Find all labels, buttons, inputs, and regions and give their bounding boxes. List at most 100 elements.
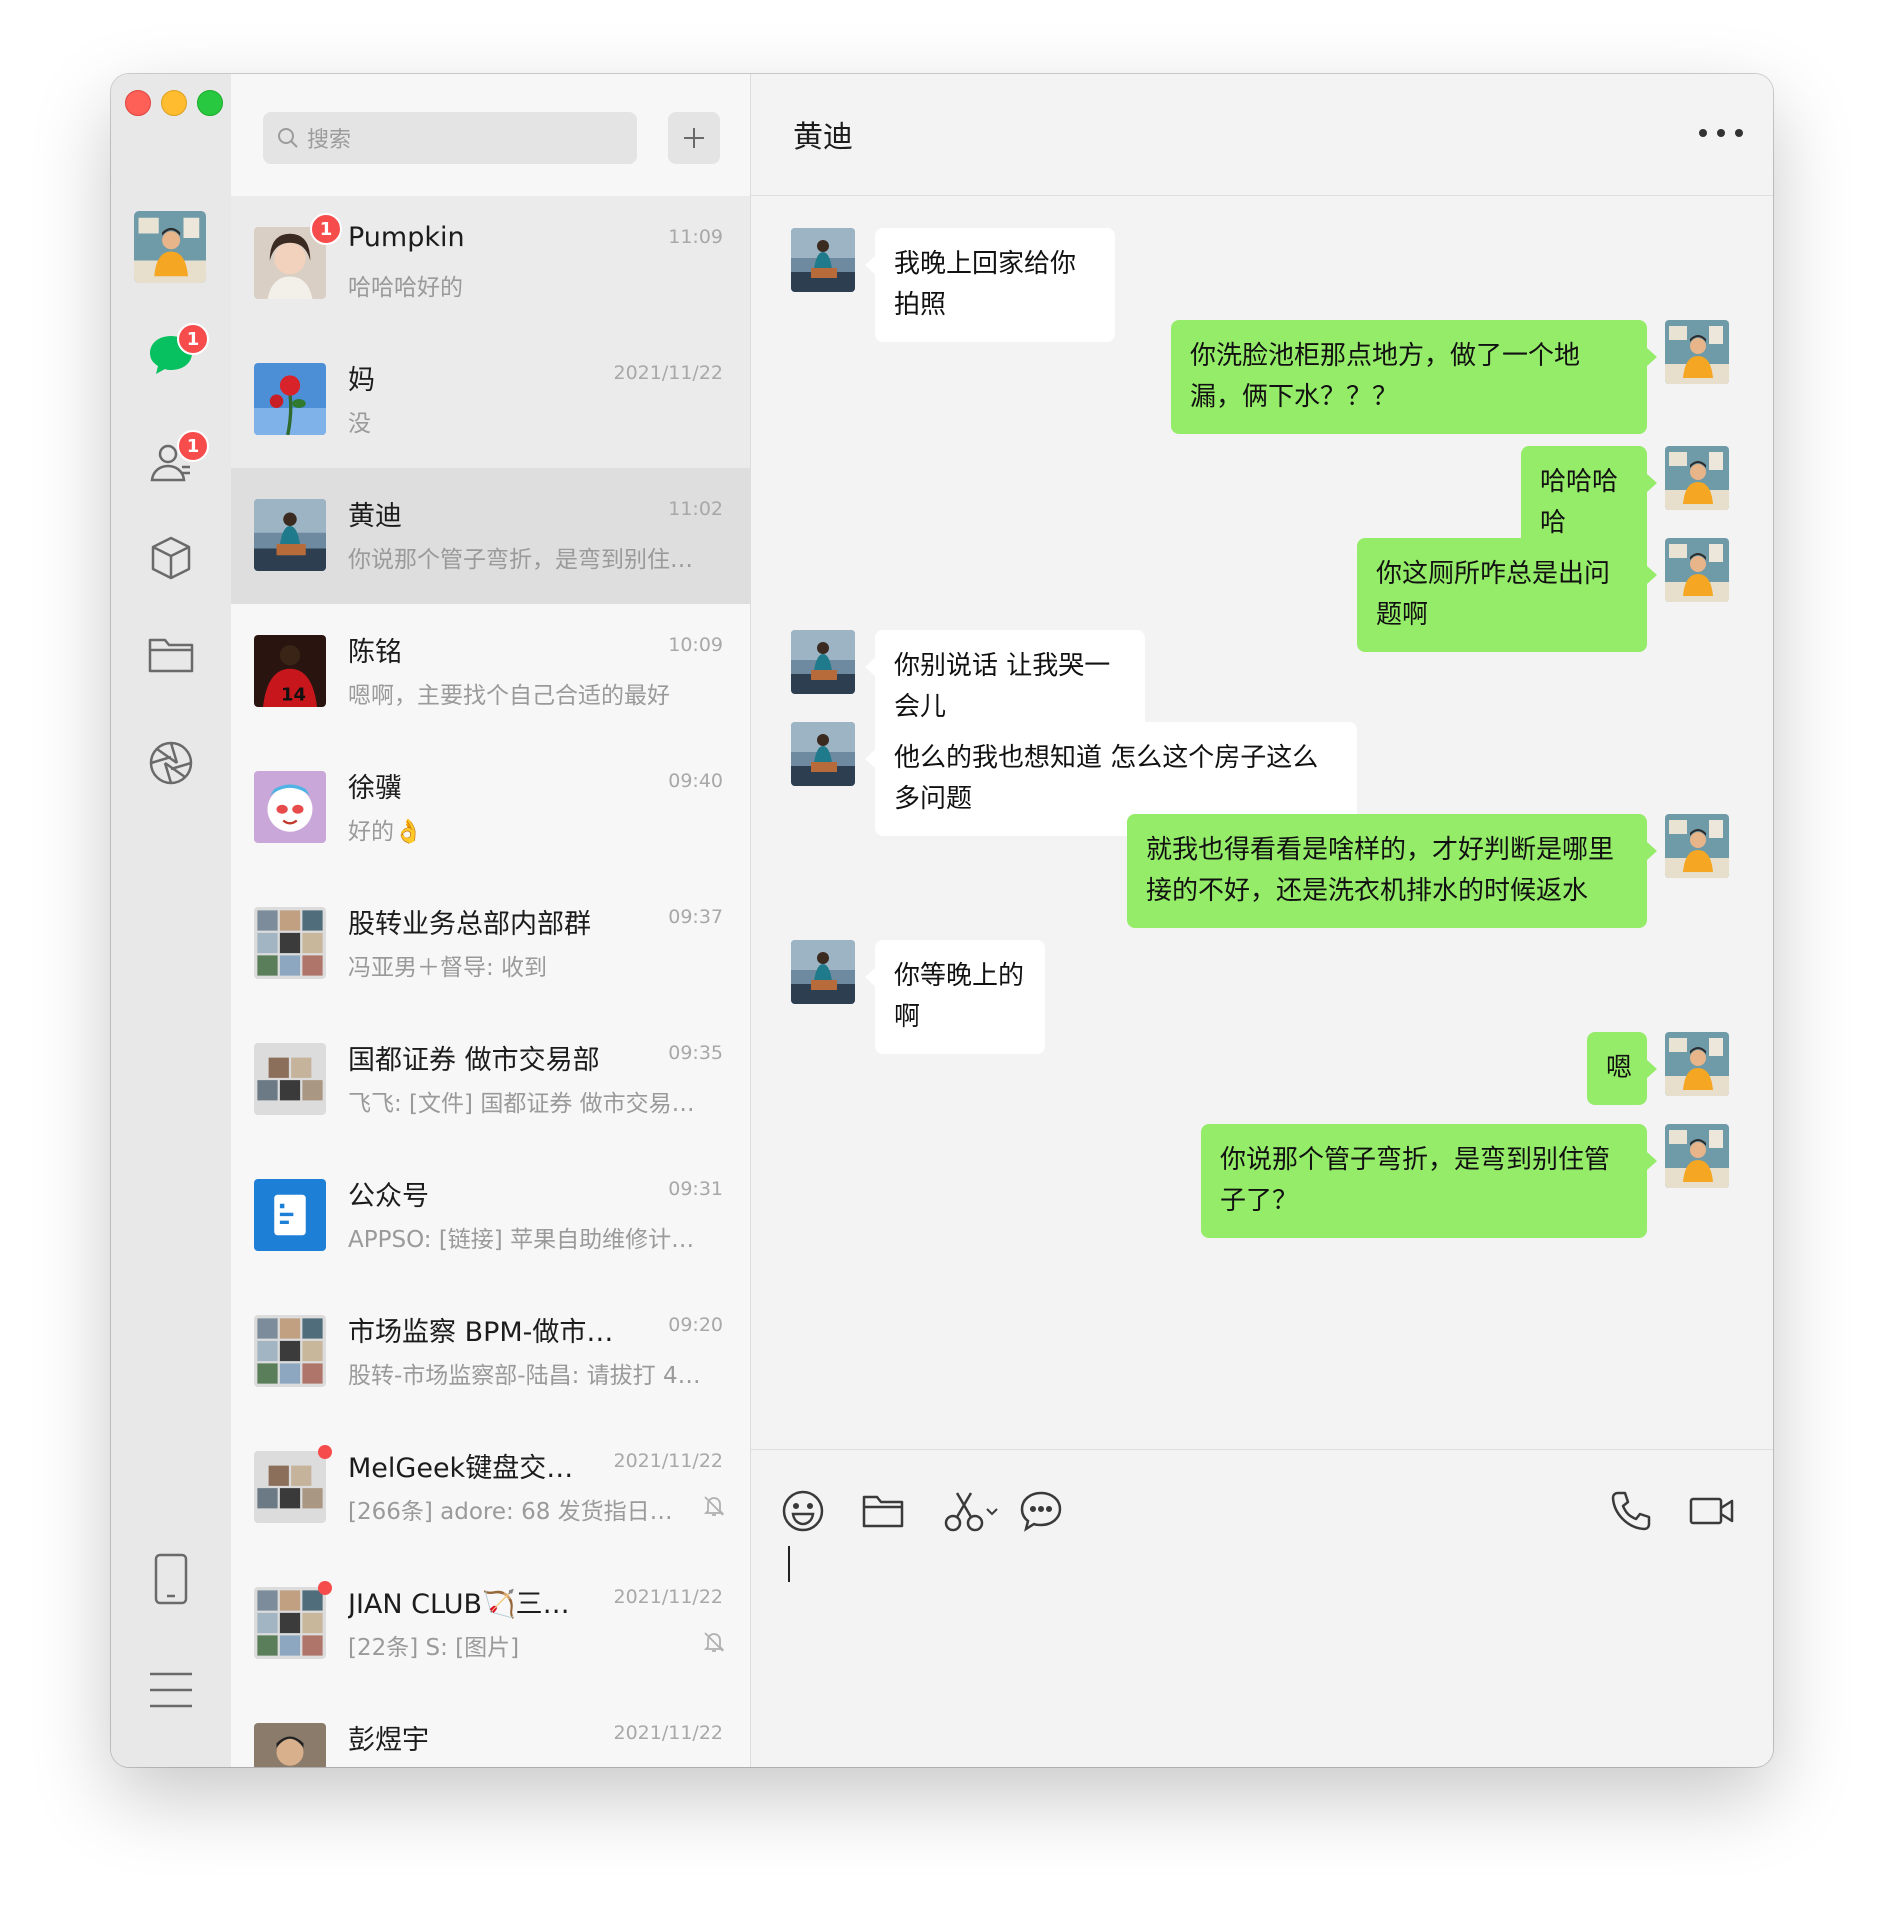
chat-avatar: [254, 1043, 326, 1115]
chat-history-button[interactable]: [1016, 1486, 1066, 1536]
muted-bell-icon: [702, 1630, 726, 1658]
search-input[interactable]: 搜索: [263, 112, 637, 164]
chats-unread-badge: 1: [177, 323, 209, 355]
nav-files[interactable]: [141, 624, 201, 684]
nav-moments[interactable]: [141, 733, 201, 793]
nav-favorites[interactable]: [141, 528, 201, 588]
chat-preview: [22条] S: [图片]: [348, 1635, 520, 1661]
chat-time: 09:40: [668, 770, 723, 792]
outgoing-message-bubble[interactable]: 你洗脸池柜那点地方，做了一个地漏，俩下水？？？: [1171, 320, 1657, 434]
speech-bubble-icon: [1020, 1491, 1062, 1532]
chat-list-item[interactable]: 公众号 09:31 APPSO: [链接] 苹果自助维修计…: [231, 1148, 750, 1284]
contact-avatar[interactable]: [791, 228, 855, 292]
voice-call-button[interactable]: [1606, 1486, 1656, 1536]
chat-time: 11:09: [668, 226, 723, 248]
more-options-button[interactable]: [1699, 118, 1743, 148]
chat-name: 公众号: [348, 1181, 429, 1212]
chat-panel: 黄迪 我晚上回家给你拍照 你洗脸池柜那点地方，做了一个地漏，俩下水？？？ 哈哈哈哈你…: [751, 74, 1773, 1767]
chat-time: 2021/11/22: [613, 362, 723, 384]
video-call-button[interactable]: [1687, 1486, 1737, 1536]
nav-contacts[interactable]: 1: [141, 430, 209, 492]
nav-rail: 1 1: [111, 74, 231, 1767]
chat-preview: 哈哈哈好的: [348, 275, 463, 301]
message-row: 你等晚上的啊: [751, 940, 1773, 1054]
chat-preview: 没: [348, 411, 371, 437]
chat-list-item[interactable]: 市场监察 BPM-做市… 09:20 股转-市场监察部-陆昌: 请拔打 4…: [231, 1284, 750, 1420]
new-chat-button[interactable]: [668, 112, 720, 164]
chat-preview: APPSO: [链接] 苹果自助维修计…: [348, 1227, 695, 1253]
contact-avatar[interactable]: [791, 722, 855, 786]
chat-preview: 好的👌: [348, 819, 423, 845]
contact-avatar[interactable]: [791, 940, 855, 1004]
message-row: 他么的我也想知道 怎么这个房子这么多问题: [751, 722, 1773, 836]
smiley-icon: [782, 1490, 824, 1532]
contact-avatar[interactable]: [791, 630, 855, 694]
message-row: 就我也得看看是啥样的，才好判断是哪里接的不好，还是洗衣机排水的时候返水: [751, 814, 1773, 928]
chat-preview: 飞飞: [文件] 国都证券 做市交易…: [348, 1091, 695, 1117]
chat-name: 黄迪: [348, 501, 402, 532]
my-message-avatar[interactable]: [1665, 814, 1729, 878]
close-window-button[interactable]: [125, 90, 151, 116]
chat-avatar: [254, 1723, 326, 1767]
chat-preview: 你说那个管子弯折，是弯到别住…: [348, 547, 693, 573]
folder-icon: [862, 1495, 904, 1528]
wechat-window: 1 1 搜索 1 Pumpkin 11:09 哈哈哈好的 妈 2021/11/2…: [111, 74, 1773, 1767]
hamburger-menu-icon: [150, 1672, 192, 1708]
chat-avatar: [254, 363, 326, 435]
chat-time: 09:31: [668, 1178, 723, 1200]
message-row: 你别说话 让我哭一会儿: [751, 630, 1773, 744]
scissors-icon: [944, 1492, 998, 1532]
chat-list-item[interactable]: JIAN CLUB🏹三… 2021/11/22 [22条] S: [图片]: [231, 1556, 750, 1692]
window-controls: [125, 90, 223, 116]
my-message-avatar[interactable]: [1665, 320, 1729, 384]
mobile-phone-icon: [154, 1553, 188, 1605]
nav-menu[interactable]: [141, 1660, 201, 1720]
chat-list-item[interactable]: 徐骥 09:40 好的👌: [231, 740, 750, 876]
chat-list-item[interactable]: MelGeek键盘交… 2021/11/22 [266条] adore: 68 发货…: [231, 1420, 750, 1556]
emoji-button[interactable]: [778, 1486, 828, 1536]
chat-time: 2021/11/22: [613, 1586, 723, 1608]
chat-list-item[interactable]: 妈 2021/11/22 没: [231, 332, 750, 468]
chat-avatar: [254, 907, 326, 979]
chat-avatar: [254, 1315, 326, 1387]
chat-avatar: [254, 1179, 326, 1251]
send-file-button[interactable]: [858, 1486, 908, 1536]
chat-list-item[interactable]: 彭煜宇 2021/11/22: [231, 1692, 750, 1767]
chat-name: 彭煜宇: [348, 1725, 429, 1756]
text-input-cursor[interactable]: [788, 1546, 790, 1582]
outgoing-message-bubble[interactable]: 你说那个管子弯折，是弯到别住管子了？: [1201, 1124, 1657, 1238]
chat-name: 陈铭: [348, 637, 402, 668]
chat-list-item[interactable]: 陈铭 10:09 嗯啊，主要找个自己合适的最好: [231, 604, 750, 740]
zoom-window-button[interactable]: [197, 90, 223, 116]
chat-title: 黄迪: [793, 120, 853, 155]
chat-avatar: [254, 1445, 332, 1523]
chat-list-item[interactable]: 股转业务总部内部群 09:37 冯亚男＋督导: 收到: [231, 876, 750, 1012]
outgoing-message-bubble[interactable]: 嗯: [1587, 1032, 1657, 1105]
nav-phone[interactable]: [141, 1549, 201, 1609]
chat-preview: 嗯啊，主要找个自己合适的最好: [348, 683, 670, 709]
search-bar: 搜索: [231, 74, 750, 196]
chat-list-item[interactable]: 国都证券 做市交易部 09:35 飞飞: [文件] 国都证券 做市交易…: [231, 1012, 750, 1148]
screenshot-button[interactable]: [941, 1486, 1005, 1536]
chat-preview: 冯亚男＋督导: 收到: [348, 955, 548, 981]
my-message-avatar[interactable]: [1665, 538, 1729, 602]
contacts-unread-badge: 1: [177, 430, 209, 462]
search-placeholder: 搜索: [307, 128, 352, 153]
cube-icon: [151, 536, 191, 580]
message-row: 你说那个管子弯折，是弯到别住管子了？: [751, 1124, 1773, 1238]
chat-name: MelGeek键盘交…: [348, 1453, 574, 1484]
outgoing-message-bubble[interactable]: 就我也得看看是啥样的，才好判断是哪里接的不好，还是洗衣机排水的时候返水: [1127, 814, 1657, 928]
nav-chats[interactable]: 1: [141, 323, 209, 385]
chat-name: 股转业务总部内部群: [348, 909, 591, 940]
chat-list-item[interactable]: 黄迪 11:02 你说那个管子弯折，是弯到别住…: [231, 468, 750, 604]
my-message-avatar[interactable]: [1665, 1124, 1729, 1188]
message-row: 我晚上回家给你拍照: [751, 228, 1773, 342]
my-avatar[interactable]: [134, 211, 206, 283]
folder-icon: [148, 638, 194, 673]
chat-preview: 股转-市场监察部-陆昌: 请拔打 4…: [348, 1363, 701, 1389]
minimize-window-button[interactable]: [161, 90, 187, 116]
chat-name: 妈: [348, 365, 375, 396]
chat-list-item[interactable]: 1 Pumpkin 11:09 哈哈哈好的: [231, 196, 750, 332]
my-message-avatar[interactable]: [1665, 1032, 1729, 1096]
my-message-avatar[interactable]: [1665, 446, 1729, 510]
